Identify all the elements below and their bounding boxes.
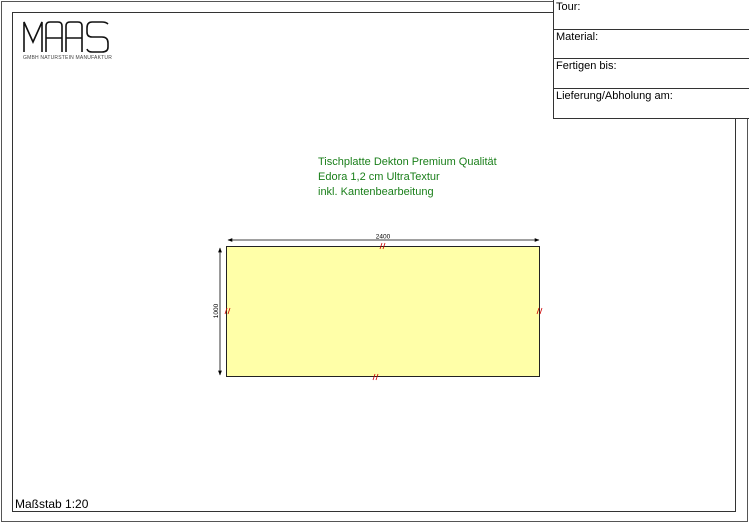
- edge-mark-bottom: [372, 373, 379, 381]
- scale-label: Maßstab 1:20: [15, 497, 89, 511]
- edge-mark-right: [536, 307, 543, 315]
- width-dimension-label: 2400: [376, 234, 391, 241]
- height-dimension-label: 1000: [213, 303, 220, 318]
- edge-mark-top: [379, 242, 386, 250]
- edge-mark-left: [224, 307, 231, 315]
- dimension-annotations: 2400 1000: [213, 234, 543, 381]
